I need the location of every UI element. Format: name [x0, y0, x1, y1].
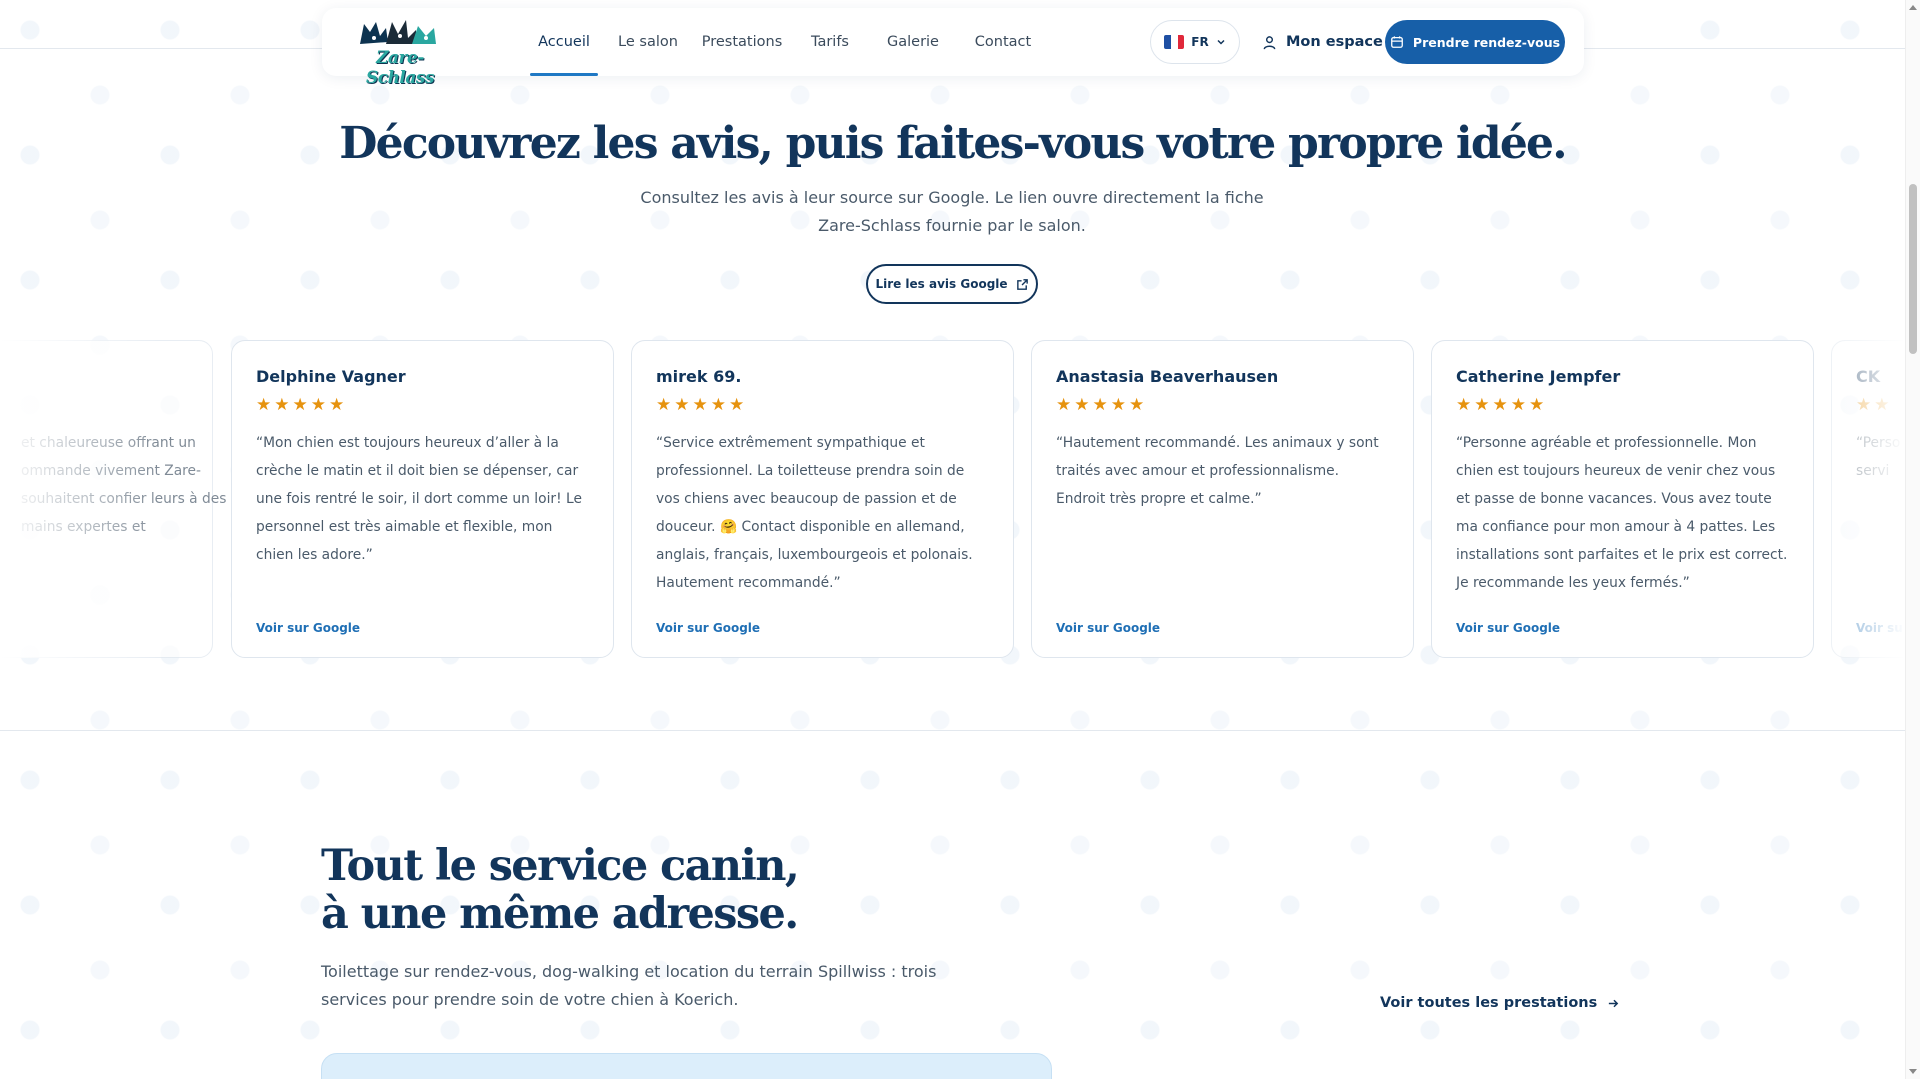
- book-appointment-label: Prendre rendez-vous: [1412, 34, 1561, 50]
- view-on-google-link[interactable]: Voir sur Google: [256, 621, 360, 635]
- nav-item-galerie[interactable]: Galerie: [878, 8, 948, 76]
- review-text: “Personne agréable et professionnelle. M…: [1456, 435, 1788, 591]
- star-icon: ★: [1492, 395, 1508, 415]
- review-text: “Perso servi: [1856, 435, 1901, 479]
- review-card: Catherine Jempfer ★ ★ ★ ★ ★ “Personne agréab…: [1431, 340, 1814, 658]
- review-text: “Service extrêmement sympathique et prof…: [656, 435, 973, 591]
- user-icon: [1263, 35, 1276, 49]
- nav-item-accueil[interactable]: Accueil: [530, 8, 598, 76]
- site-header: Zare-Schlass Accueil Le salon Prestation…: [322, 8, 1584, 88]
- all-services-link[interactable]: Voir toutes les prestations: [1380, 992, 1620, 1014]
- star-icon: ★: [1056, 395, 1072, 415]
- star-icon: ★: [1456, 395, 1472, 415]
- language-code: FR: [1191, 35, 1209, 49]
- star-rating: ★ ★ ★ ★ ★: [656, 395, 989, 415]
- star-icon: ★: [292, 395, 308, 415]
- all-services-label: Voir toutes les prestations: [1380, 995, 1598, 1011]
- scroll-up-icon[interactable]: [1909, 5, 1917, 10]
- section-divider: [0, 730, 1905, 731]
- star-icon: ★: [656, 395, 672, 415]
- reviewer-name: CK: [1856, 367, 1881, 386]
- star-icon: ★: [1529, 395, 1545, 415]
- star-icon: ★: [729, 395, 745, 415]
- reviewer-name: Delphine Vagner: [256, 367, 406, 386]
- nav-item-le-salon[interactable]: Le salon: [612, 8, 684, 76]
- nav-item-label: Le salon: [618, 34, 678, 50]
- review-card: Delphine Vagner ★ ★ ★ ★ ★ “Mon chien est tou…: [231, 340, 614, 658]
- account-label: Mon espace: [1286, 34, 1383, 50]
- services-subtitle: Toilettage sur rendez-vous, dog-walking …: [321, 962, 937, 1009]
- active-indicator: [530, 73, 598, 76]
- account-link[interactable]: Mon espace: [1262, 20, 1383, 64]
- star-rating: ★ ★ ★ ★ ★: [1056, 395, 1389, 415]
- book-appointment-button[interactable]: Prendre rendez-vous: [1385, 20, 1565, 64]
- services-title: Tout le service canin, à une même adress…: [321, 842, 1021, 938]
- star-icon: ★: [1474, 395, 1490, 415]
- site-logo[interactable]: Zare-Schlass: [346, 14, 450, 88]
- star-rating: ★ ★ ★ ★ ★: [256, 395, 589, 415]
- reviews-title: Découvrez les avis, puis faites-vous vot…: [339, 118, 1567, 169]
- star-icon: ★: [1129, 395, 1145, 415]
- star-icon: ★: [274, 395, 290, 415]
- services-title-line: Tout le service canin,: [321, 841, 800, 891]
- star-icon: ★: [674, 395, 690, 415]
- star-icon: ★: [1110, 395, 1126, 415]
- read-google-reviews-button[interactable]: Lire les avis Google: [866, 264, 1038, 304]
- star-icon: ★: [310, 395, 326, 415]
- star-icon: ★: [1074, 395, 1090, 415]
- nav-item-label: Tarifs: [811, 34, 849, 50]
- reviews-subtitle: Consultez les avis à leur source sur Goo…: [640, 188, 1264, 235]
- review-text: et chaleureuse offrant un ommande viveme…: [21, 435, 227, 535]
- view-on-google-link[interactable]: Voir su: [1856, 621, 1903, 635]
- arrow-right-icon: [1609, 999, 1619, 1007]
- star-icon: ★: [1092, 395, 1108, 415]
- main-nav: Accueil Le salon Prestations Tarifs Gale…: [530, 8, 1038, 76]
- french-flag-icon: [1164, 35, 1185, 49]
- nav-item-label: Contact: [974, 34, 1032, 50]
- view-on-google-link[interactable]: Voir sur Google: [1056, 621, 1160, 635]
- star-icon: ★: [1510, 395, 1526, 415]
- star-rating: ★ ★: [1856, 395, 1905, 415]
- star-icon: ★: [1856, 395, 1872, 415]
- nav-item-label: Prestations: [701, 34, 783, 50]
- logo-text: Zare-Schlass: [365, 48, 435, 88]
- nav-item-label: Galerie: [887, 34, 939, 50]
- reviewer-name: Anastasia Beaverhausen: [1056, 367, 1279, 386]
- review-text: “Hautement recommandé. Les animaux y son…: [1056, 435, 1379, 507]
- nav-item-tarifs[interactable]: Tarifs: [800, 8, 860, 76]
- scroll-down-icon[interactable]: [1909, 1069, 1917, 1074]
- scrollbar-thumb[interactable]: [1909, 184, 1917, 354]
- nav-item-label: Accueil: [538, 34, 590, 50]
- read-google-reviews-label: Lire les avis Google: [875, 277, 1008, 291]
- reviews-carousel[interactable]: et chaleureuse offrant un ommande viveme…: [0, 340, 1905, 658]
- review-text: “Mon chien est toujours heureux d’aller …: [256, 435, 582, 563]
- services-title-line: à une même adresse.: [321, 889, 799, 939]
- star-icon: ★: [710, 395, 726, 415]
- view-on-google-link[interactable]: Voir sur Google: [1456, 621, 1560, 635]
- review-card: et chaleureuse offrant un ommande viveme…: [0, 340, 226, 658]
- star-icon: ★: [1874, 395, 1890, 415]
- review-card: Anastasia Beaverhausen ★ ★ ★ ★ ★ “Hautement …: [1031, 340, 1414, 658]
- review-card: CK ★ ★ “Perso servi Voir su: [1831, 340, 1905, 658]
- chevron-down-icon: [1217, 39, 1225, 45]
- external-link-icon: [1016, 278, 1028, 290]
- service-card[interactable]: [321, 1053, 1052, 1079]
- star-icon: ★: [329, 395, 345, 415]
- star-rating: ★ ★ ★ ★ ★: [1456, 395, 1789, 415]
- nav-item-contact[interactable]: Contact: [968, 8, 1038, 76]
- review-card: mirek 69. ★ ★ ★ ★ ★ “Service extrêmement sym…: [631, 340, 1014, 658]
- language-selector[interactable]: FR: [1150, 20, 1240, 64]
- star-icon: ★: [256, 395, 272, 415]
- view-on-google-link[interactable]: Voir sur Google: [656, 621, 760, 635]
- calendar-icon: [1391, 36, 1403, 48]
- page-scrollbar[interactable]: [1905, 0, 1920, 1079]
- nav-item-prestations[interactable]: Prestations: [698, 8, 786, 76]
- reviewer-name: Catherine Jempfer: [1456, 367, 1621, 386]
- reviewer-name: mirek 69.: [656, 367, 742, 386]
- star-icon: ★: [692, 395, 708, 415]
